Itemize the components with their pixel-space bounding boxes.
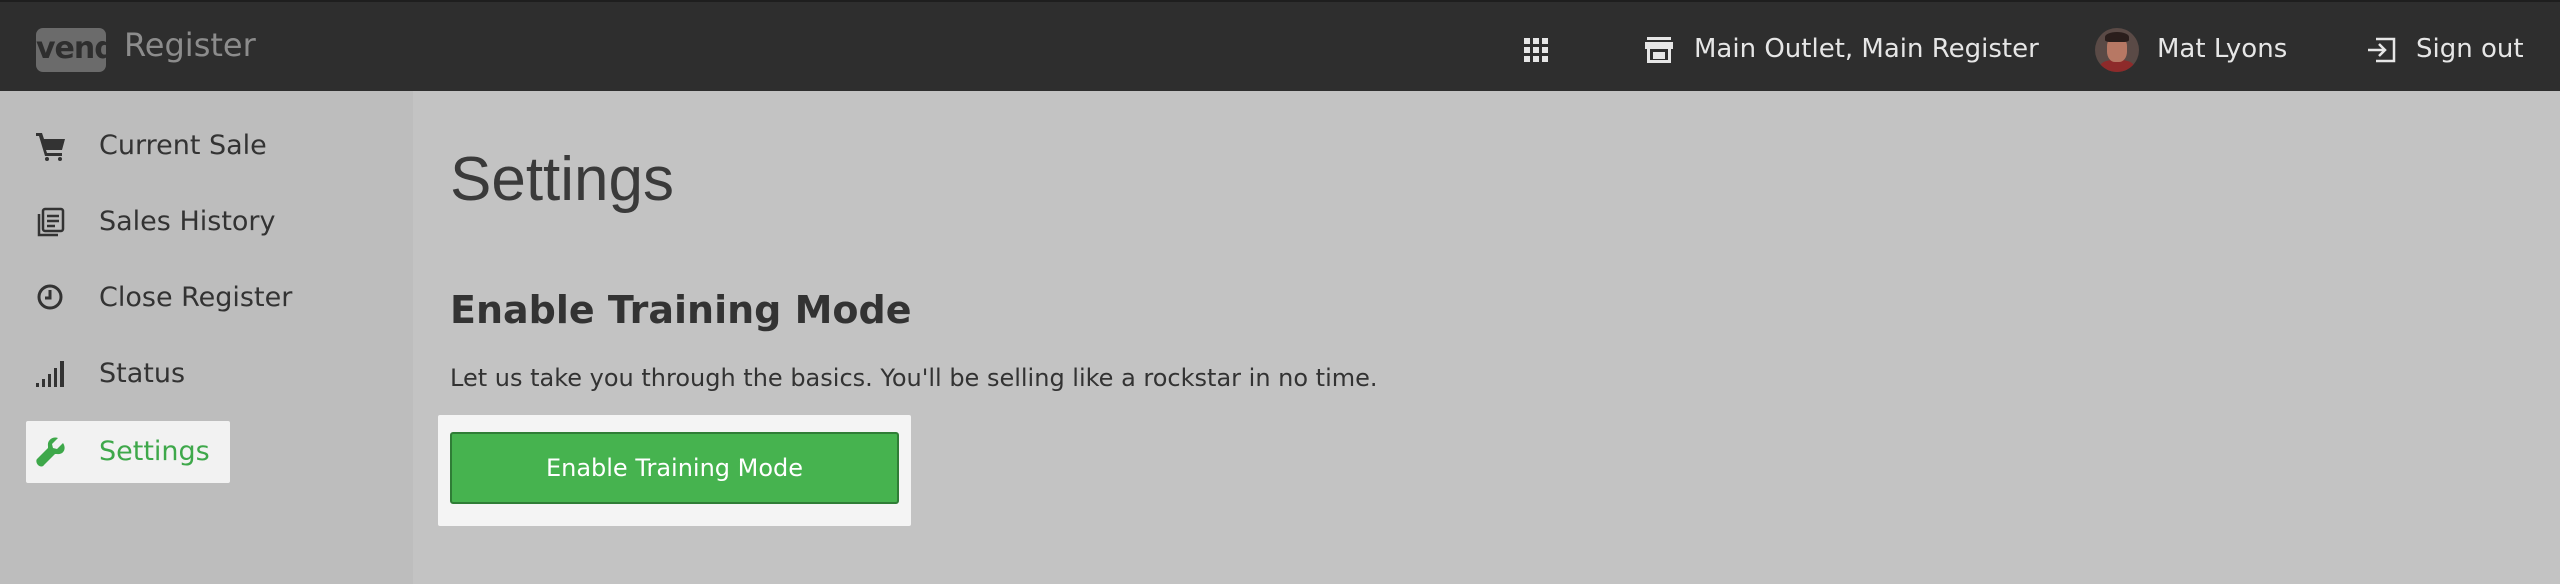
sidebar: Current Sale Sales History Close Registe… (0, 91, 413, 584)
user-name[interactable]: Mat Lyons (2157, 34, 2287, 64)
sidebar-item-label: Settings (99, 436, 210, 467)
section-title: Enable Training Mode (450, 288, 912, 332)
app-title: Register (124, 26, 256, 64)
sidebar-item-current-sale[interactable]: Current Sale (26, 115, 267, 177)
grid-icon[interactable] (1524, 38, 1548, 62)
history-icon (37, 207, 65, 237)
vend-logo[interactable]: vend (36, 28, 116, 72)
top-bar: vend Register Main Outlet, Main Register… (0, 0, 2560, 91)
logo-text: vend (36, 31, 116, 66)
enable-training-mode-button[interactable]: Enable Training Mode (450, 432, 899, 504)
sign-out-icon[interactable] (2366, 37, 2396, 63)
sidebar-item-settings[interactable]: Settings (26, 421, 230, 483)
avatar[interactable] (2095, 28, 2139, 72)
outlet-selector[interactable]: Main Outlet, Main Register (1694, 34, 2039, 64)
sidebar-item-label: Close Register (99, 282, 293, 313)
sidebar-item-sales-history[interactable]: Sales History (26, 191, 276, 253)
wrench-icon (36, 437, 65, 467)
section-description: Let us take you through the basics. You'… (450, 364, 1378, 392)
sidebar-item-status[interactable]: Status (26, 343, 230, 405)
sidebar-item-label: Status (99, 358, 186, 389)
sign-out-link[interactable]: Sign out (2416, 34, 2524, 64)
sidebar-item-close-register[interactable]: Close Register (26, 267, 292, 329)
sidebar-item-label: Current Sale (99, 130, 267, 161)
page-title: Settings (450, 145, 675, 214)
sidebar-item-label: Sales History (99, 206, 276, 237)
cart-icon (36, 133, 65, 161)
store-icon (1645, 37, 1673, 63)
signal-icon (36, 361, 64, 387)
button-highlight: Enable Training Mode (438, 415, 911, 526)
clock-icon (37, 284, 63, 310)
